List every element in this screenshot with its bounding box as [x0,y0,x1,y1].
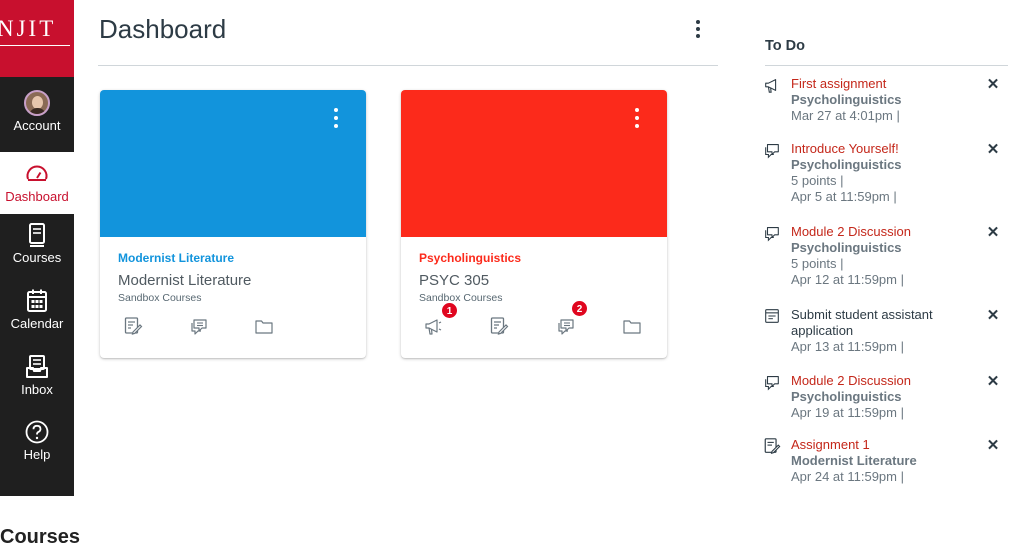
card-options-button[interactable] [633,108,641,134]
announcements-icon[interactable] [423,316,443,336]
course-card-modernist-literature[interactable]: Modernist Literature Modernist Literatur… [100,90,366,358]
assignments-icon[interactable] [123,316,143,336]
todo-meta: 5 points | [791,173,844,188]
nav-item-dashboard[interactable]: Dashboard [0,152,74,214]
planner-note-icon [765,309,779,323]
dismiss-button[interactable]: ✕ [985,374,1001,390]
todo-meta: Apr 19 at 11:59pm | [791,405,904,420]
nav-item-inbox[interactable]: Inbox [0,348,74,414]
files-icon[interactable] [622,316,642,336]
dismiss-button[interactable]: ✕ [985,77,1001,93]
logo-rule [0,45,70,46]
nav-label-courses: Courses [12,250,62,265]
help-icon [25,420,49,444]
page-title: Dashboard [99,14,227,44]
nav-item-courses[interactable]: Courses [0,216,74,282]
card-course-name[interactable]: Modernist Literature [118,251,234,265]
card-term: Sandbox Courses [419,292,503,304]
avatar [24,90,50,116]
dismiss-button[interactable]: ✕ [985,225,1001,241]
dismiss-button[interactable]: ✕ [985,308,1001,324]
nav-item-calendar[interactable]: Calendar [0,282,74,348]
todo-course: Psycholinguistics [791,157,902,172]
card-term: Sandbox Courses [118,292,202,304]
todo-course: Modernist Literature [791,453,917,468]
book-icon [29,223,45,247]
discussion-icon [765,376,779,391]
discussions-icon[interactable] [189,316,209,336]
todo-divider [765,65,1008,66]
nav-label-calendar: Calendar [10,316,64,331]
todo-course: Psycholinguistics [791,240,902,255]
nav-label-dashboard: Dashboard [5,189,69,204]
header-divider [98,65,718,66]
todo-meta: Mar 27 at 4:01pm | [791,108,900,123]
discussions-badge: 2 [571,300,588,317]
todo-meta: Apr 12 at 11:59pm | [791,272,904,287]
discussion-icon [765,144,779,159]
todo-title-link[interactable]: Introduce Yourself! [791,141,961,157]
speedometer-icon [26,165,48,181]
todo-title: To Do [765,38,805,54]
dashboard-options-button[interactable] [690,18,706,42]
nav-item-help[interactable]: Help [0,414,74,480]
nav-item-account[interactable]: Account [0,82,74,148]
todo-course: Psycholinguistics [791,92,902,107]
calendar-icon [27,289,47,312]
todo-meta: Apr 24 at 11:59pm | [791,469,904,484]
nav-label-account: Account [13,118,61,133]
inbox-icon [26,355,48,378]
dismiss-button[interactable]: ✕ [985,438,1001,454]
todo-meta: Apr 13 at 11:59pm | [791,339,904,354]
announcements-badge: 1 [441,302,458,319]
global-navigation: NJIT Account Dashboard Courses Calendar … [0,0,74,496]
card-hero[interactable] [401,90,667,237]
courses-heading: Courses [0,526,81,548]
card-course-code: PSYC 305 [419,272,490,289]
assignment-icon [764,438,781,454]
todo-title-link[interactable]: Module 2 Discussion [791,373,961,389]
discussions-icon[interactable] [556,316,576,336]
discussion-icon [765,227,779,242]
announcement-icon [765,79,777,93]
todo-course: Psycholinguistics [791,389,902,404]
dismiss-button[interactable]: ✕ [985,142,1001,158]
card-course-name[interactable]: Psycholinguistics [419,251,521,265]
course-card-psycholinguistics[interactable]: Psycholinguistics PSYC 305 Sandbox Cours… [401,90,667,358]
assignments-icon[interactable] [489,316,509,336]
logo-text: NJIT [0,16,57,41]
todo-title-link[interactable]: Assignment 1 [791,437,961,453]
todo-title-link[interactable]: First assignment [791,76,961,92]
nav-label-help: Help [23,447,51,462]
nav-label-inbox: Inbox [21,382,53,397]
card-course-code: Modernist Literature [118,272,252,289]
card-hero[interactable] [100,90,366,237]
card-options-button[interactable] [332,108,340,134]
todo-meta: Apr 5 at 11:59pm | [791,189,897,204]
todo-title-text[interactable]: Submit student assistant application [791,307,961,339]
todo-meta: 5 points | [791,256,844,271]
njit-logo[interactable]: NJIT [0,0,74,77]
todo-title-link[interactable]: Module 2 Discussion [791,224,961,240]
files-icon[interactable] [254,316,274,336]
